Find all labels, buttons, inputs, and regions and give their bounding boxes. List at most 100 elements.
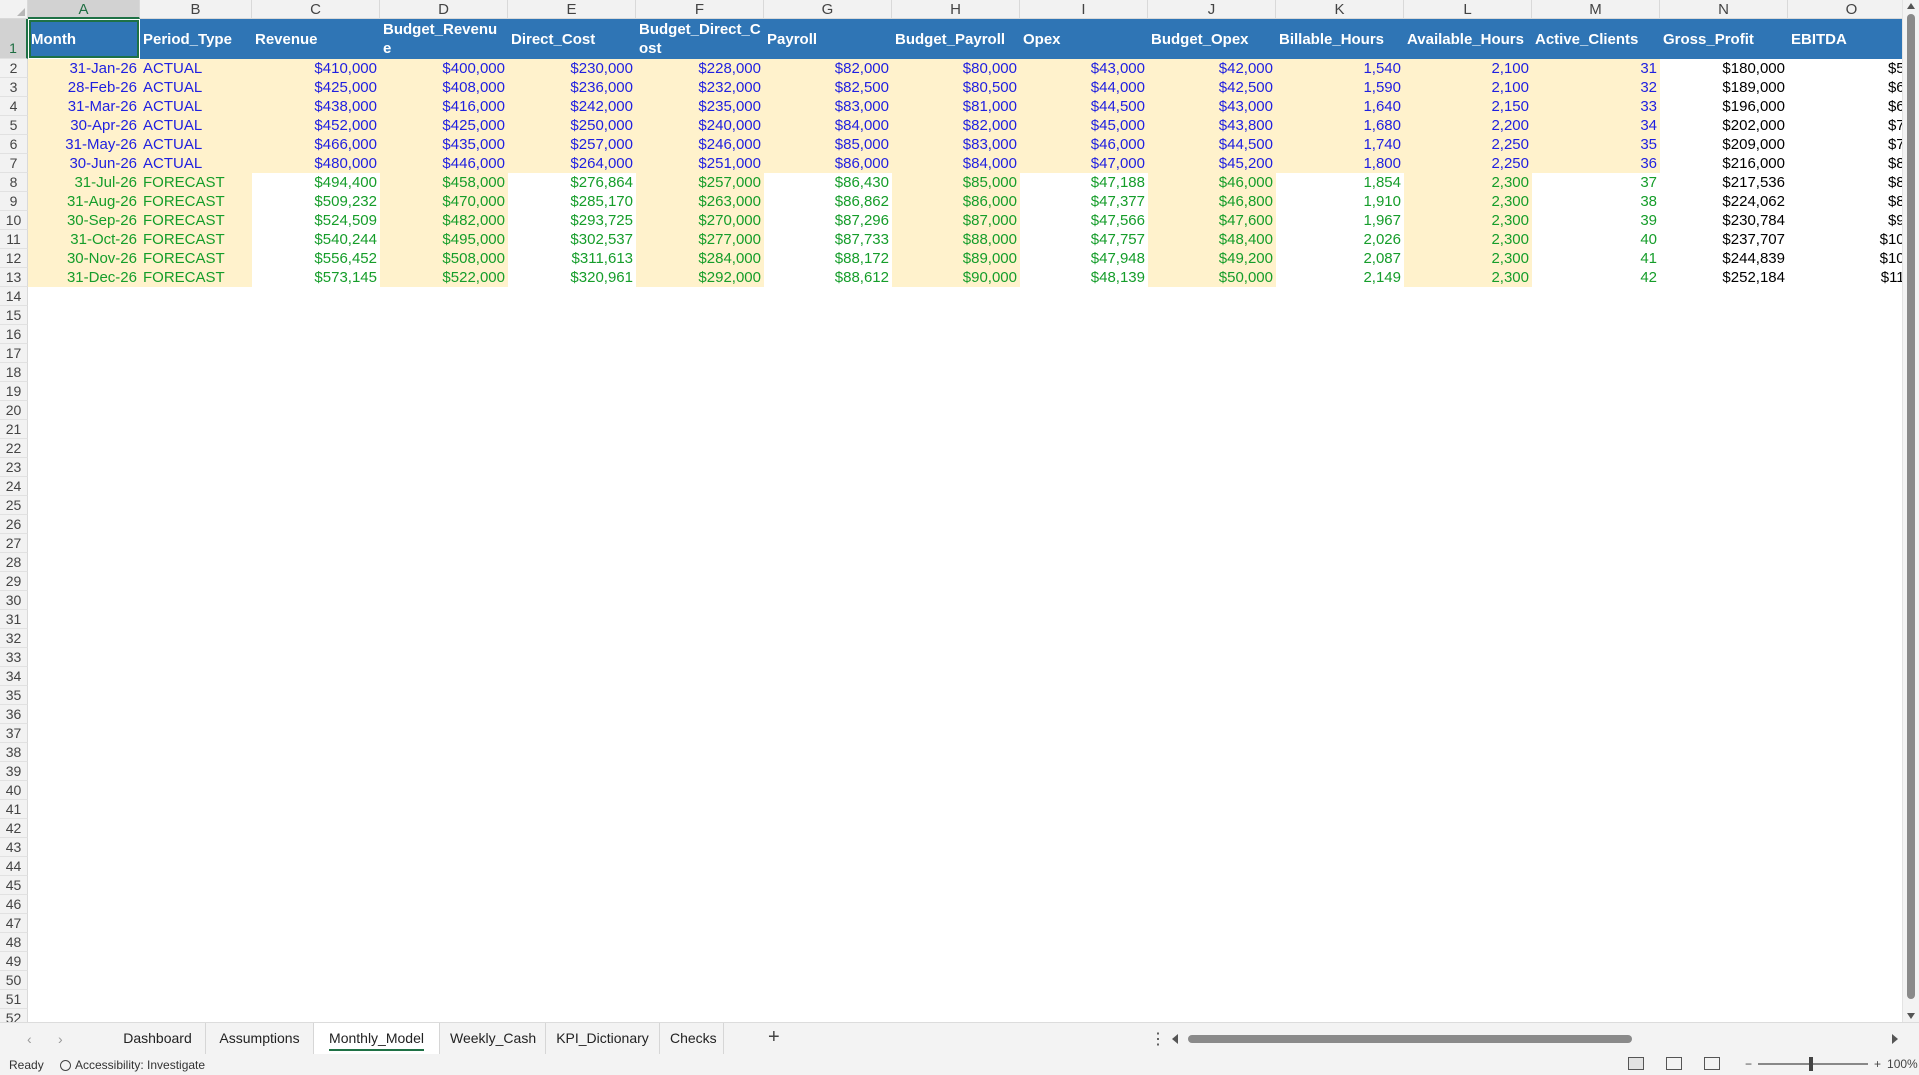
cell-h13[interactable]: $90,000 [892, 268, 1020, 287]
cell-n3[interactable]: $189,000 [1660, 78, 1788, 97]
cell-n13[interactable]: $252,184 [1660, 268, 1788, 287]
cell-g6[interactable]: $85,000 [764, 135, 892, 154]
row-header-28[interactable]: 28 [0, 553, 28, 572]
cell-i13[interactable]: $48,139 [1020, 268, 1148, 287]
cell-h6[interactable]: $83,000 [892, 135, 1020, 154]
cell-o9[interactable]: $89 [1788, 192, 1916, 211]
cell-e5[interactable]: $250,000 [508, 116, 636, 135]
sheet-tab-monthly-model[interactable]: Monthly_Model [314, 1023, 440, 1054]
cell-a7[interactable]: 30-Jun-26 [28, 154, 140, 173]
cell-d10[interactable]: $482,000 [380, 211, 508, 230]
cell-d9[interactable]: $470,000 [380, 192, 508, 211]
cell-l9[interactable]: 2,300 [1404, 192, 1532, 211]
cell-l10[interactable]: 2,300 [1404, 211, 1532, 230]
cell-o7[interactable]: $83 [1788, 154, 1916, 173]
spreadsheet-grid[interactable]: ABCDEFGHIJKLMNO 1 2 3 4 5 6 7 8 9 10 11 12 13 14 15 16 1… [0, 0, 1919, 1022]
header-cell-i[interactable]: Opex [1020, 19, 1148, 59]
cell-g3[interactable]: $82,500 [764, 78, 892, 97]
cell-h2[interactable]: $80,000 [892, 59, 1020, 78]
cell-f12[interactable]: $284,000 [636, 249, 764, 268]
row-header-21[interactable]: 21 [0, 420, 28, 439]
row-header-51[interactable]: 51 [0, 990, 28, 1009]
cell-g2[interactable]: $82,000 [764, 59, 892, 78]
cell-h5[interactable]: $82,000 [892, 116, 1020, 135]
column-header-n[interactable]: N [1660, 0, 1788, 19]
header-cell-a[interactable]: Month [28, 19, 140, 59]
header-cell-l[interactable]: Available_Hours [1404, 19, 1532, 59]
cell-d7[interactable]: $446,000 [380, 154, 508, 173]
row-header-52[interactable]: 52 [0, 1009, 28, 1022]
cell-f6[interactable]: $246,000 [636, 135, 764, 154]
cell-e9[interactable]: $285,170 [508, 192, 636, 211]
cell-o10[interactable]: $95 [1788, 211, 1916, 230]
row-header-12[interactable]: 12 [0, 249, 28, 268]
row-header-7[interactable]: 7 [0, 154, 28, 173]
column-header-k[interactable]: K [1276, 0, 1404, 19]
cell-n12[interactable]: $244,839 [1660, 249, 1788, 268]
cell-g4[interactable]: $83,000 [764, 97, 892, 116]
cell-j8[interactable]: $46,000 [1148, 173, 1276, 192]
row-header-10[interactable]: 10 [0, 211, 28, 230]
cell-c4[interactable]: $438,000 [252, 97, 380, 116]
cell-h10[interactable]: $87,000 [892, 211, 1020, 230]
cell-c2[interactable]: $410,000 [252, 59, 380, 78]
cell-d4[interactable]: $416,000 [380, 97, 508, 116]
cell-g9[interactable]: $86,862 [764, 192, 892, 211]
page-layout-view-icon[interactable] [1666, 1057, 1682, 1070]
row-header-5[interactable]: 5 [0, 116, 28, 135]
cell-f8[interactable]: $257,000 [636, 173, 764, 192]
cell-l6[interactable]: 2,250 [1404, 135, 1532, 154]
cell-h7[interactable]: $84,000 [892, 154, 1020, 173]
cell-e11[interactable]: $302,537 [508, 230, 636, 249]
cell-j12[interactable]: $49,200 [1148, 249, 1276, 268]
row-header-26[interactable]: 26 [0, 515, 28, 534]
cell-c9[interactable]: $509,232 [252, 192, 380, 211]
normal-view-icon[interactable] [1628, 1057, 1644, 1070]
row-header-18[interactable]: 18 [0, 363, 28, 382]
cell-k4[interactable]: 1,640 [1276, 97, 1404, 116]
row-header-6[interactable]: 6 [0, 135, 28, 154]
add-sheet-button[interactable]: + [768, 1026, 780, 1049]
cell-b10[interactable]: FORECAST [140, 211, 252, 230]
cell-i2[interactable]: $43,000 [1020, 59, 1148, 78]
row-header-36[interactable]: 36 [0, 705, 28, 724]
cell-l5[interactable]: 2,200 [1404, 116, 1532, 135]
cell-c5[interactable]: $452,000 [252, 116, 380, 135]
row-header-23[interactable]: 23 [0, 458, 28, 477]
cell-b2[interactable]: ACTUAL [140, 59, 252, 78]
zoom-in-button[interactable]: + [1874, 1057, 1881, 1071]
sheet-tab-checks[interactable]: Checks [660, 1023, 724, 1054]
cell-d13[interactable]: $522,000 [380, 268, 508, 287]
horizontal-scroll-thumb[interactable] [1188, 1035, 1632, 1043]
column-header-f[interactable]: F [636, 0, 764, 19]
cell-n6[interactable]: $209,000 [1660, 135, 1788, 154]
scroll-left-icon[interactable] [1172, 1034, 1178, 1044]
row-header-16[interactable]: 16 [0, 325, 28, 344]
cell-k8[interactable]: 1,854 [1276, 173, 1404, 192]
cell-n4[interactable]: $196,000 [1660, 97, 1788, 116]
cell-j13[interactable]: $50,000 [1148, 268, 1276, 287]
row-header-46[interactable]: 46 [0, 895, 28, 914]
cell-d5[interactable]: $425,000 [380, 116, 508, 135]
page-break-preview-icon[interactable] [1704, 1057, 1720, 1070]
cell-a11[interactable]: 31-Oct-26 [28, 230, 140, 249]
cell-a9[interactable]: 31-Aug-26 [28, 192, 140, 211]
row-header-17[interactable]: 17 [0, 344, 28, 363]
vertical-scrollbar[interactable] [1902, 0, 1919, 1022]
cell-j9[interactable]: $46,800 [1148, 192, 1276, 211]
row-header-50[interactable]: 50 [0, 971, 28, 990]
cell-k11[interactable]: 2,026 [1276, 230, 1404, 249]
cell-h3[interactable]: $80,500 [892, 78, 1020, 97]
row-header-27[interactable]: 27 [0, 534, 28, 553]
cell-i4[interactable]: $44,500 [1020, 97, 1148, 116]
zoom-slider[interactable] [1758, 1057, 1869, 1071]
cell-k3[interactable]: 1,590 [1276, 78, 1404, 97]
cell-m4[interactable]: 33 [1532, 97, 1660, 116]
row-header-33[interactable]: 33 [0, 648, 28, 667]
row-header-11[interactable]: 11 [0, 230, 28, 249]
cell-j11[interactable]: $48,400 [1148, 230, 1276, 249]
cell-c8[interactable]: $494,400 [252, 173, 380, 192]
cell-f5[interactable]: $240,000 [636, 116, 764, 135]
column-header-a[interactable]: A [28, 0, 140, 19]
cell-g13[interactable]: $88,612 [764, 268, 892, 287]
